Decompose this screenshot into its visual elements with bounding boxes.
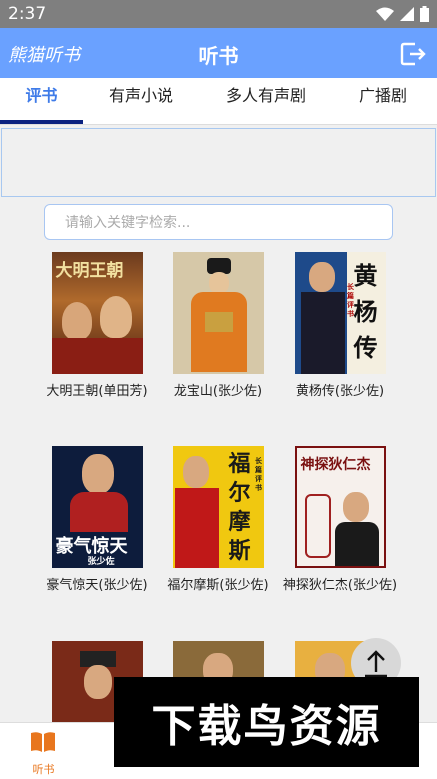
book-title: 福尔摩斯(张少佐) [167, 578, 269, 593]
cover-title: 福尔摩斯 [228, 451, 251, 564]
search-input[interactable] [63, 205, 377, 241]
cover-subtitle: 张少佐 [87, 557, 115, 567]
performer-cover: 豪气惊天 张少佐 [51, 446, 143, 568]
nav-item-listen[interactable]: 听书 [0, 723, 87, 779]
book-item[interactable]: 福尔摩斯 长篇评书 福尔摩斯(张少佐) [158, 446, 278, 593]
nav-label: 听书 [32, 763, 55, 776]
tab-radio-drama[interactable]: 广播剧 [348, 78, 418, 124]
book-title: 神探狄仁杰(张少佐) [282, 578, 398, 593]
performer-cover: 神探狄仁杰 [294, 446, 386, 568]
book-item[interactable]: 黄杨传 长篇评书 黄杨传(张少佐) [280, 252, 400, 399]
app-bar: 熊猫听书 听书 [0, 28, 437, 78]
signal-icon [400, 7, 414, 21]
book-title: 大明王朝(单田芳) [46, 384, 148, 399]
book-item[interactable]: 神探狄仁杰 神探狄仁杰(张少佐) [280, 446, 400, 593]
tab-indicator [0, 120, 83, 124]
battery-icon [420, 6, 429, 22]
tab-audio-novel[interactable]: 有声小说 [96, 78, 186, 124]
wifi-icon [376, 7, 394, 21]
performer-cover: 福尔摩斯 长篇评书 [172, 446, 264, 568]
watermark: 下载鸟资源 [114, 677, 419, 767]
category-tabs: 评书 有声小说 多人有声剧 广播剧 [0, 78, 437, 125]
portrait-cover: 大明王朝 [51, 252, 143, 374]
book-title: 龙宝山(张少佐) [173, 384, 263, 399]
performer-cover: 黄杨传 长篇评书 [294, 252, 386, 374]
book-icon [31, 732, 55, 752]
book-item[interactable]: 龙宝山(张少佐) [158, 252, 278, 399]
logout-icon[interactable] [399, 40, 427, 68]
status-time: 2:37 [8, 4, 47, 24]
book-item[interactable]: 豪气惊天 张少佐 豪气惊天(张少佐) [37, 446, 157, 593]
official-portrait-cover [172, 252, 264, 374]
cover-title: 神探狄仁杰 [300, 457, 371, 473]
tab-pingshu[interactable]: 评书 [0, 78, 83, 124]
book-title: 黄杨传(张少佐) [295, 384, 385, 399]
book-title: 豪气惊天(张少佐) [46, 578, 148, 593]
book-item[interactable]: 大明王朝 大明王朝(单田芳) [37, 252, 157, 399]
page-title: 听书 [198, 44, 239, 68]
status-bar: 2:37 [0, 0, 437, 28]
cover-subtitle: 长篇评书 [347, 282, 354, 318]
cover-title: 黄杨传 [353, 261, 378, 362]
search-box [44, 204, 393, 241]
status-icons [376, 6, 429, 22]
cover-subtitle: 长篇评书 [255, 456, 262, 492]
cover-title: 大明王朝 [55, 261, 124, 281]
banner[interactable] [1, 128, 436, 197]
tab-multi-cast-drama[interactable]: 多人有声剧 [216, 78, 316, 124]
